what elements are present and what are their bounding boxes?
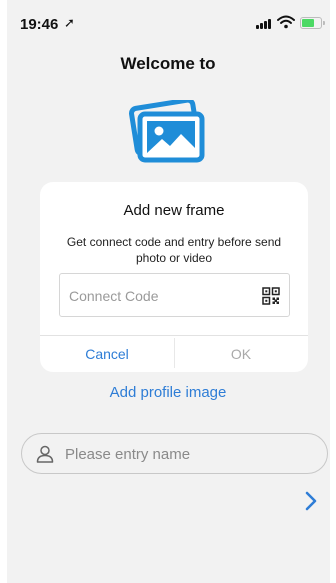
name-input[interactable]: Please entry name	[21, 433, 328, 474]
person-icon	[36, 445, 54, 463]
cancel-button[interactable]: Cancel	[40, 336, 174, 372]
battery-nub	[323, 21, 325, 25]
left-edge	[0, 0, 7, 583]
chevron-right-icon[interactable]	[304, 490, 318, 512]
dialog-message: Get connect code and entry before send p…	[66, 235, 282, 265]
wifi-icon	[277, 15, 295, 29]
add-profile-image-link[interactable]: Add profile image	[0, 384, 336, 401]
add-frame-dialog: Add new frame Get connect code and entry…	[40, 182, 308, 372]
battery-icon	[300, 17, 325, 29]
connect-code-placeholder: Connect Code	[69, 288, 159, 304]
signal-icon	[256, 19, 274, 29]
qr-code-icon[interactable]	[262, 287, 280, 305]
battery-level	[302, 19, 314, 27]
page-title: Welcome to	[120, 54, 216, 73]
ok-button[interactable]: OK	[174, 336, 308, 372]
right-edge	[330, 0, 336, 583]
photos-icon	[129, 100, 205, 163]
connect-code-input[interactable]: Connect Code	[59, 273, 290, 317]
status-time: 19:46	[20, 16, 59, 33]
location-arrow-icon: ➚	[64, 15, 75, 30]
dialog-title: Add new frame	[123, 202, 225, 219]
status-bar: 19:46 ➚	[0, 0, 336, 44]
name-placeholder: Please entry name	[65, 446, 191, 463]
app-screen: 19:46 ➚ Welcome to Add profile image Ple…	[0, 0, 336, 583]
